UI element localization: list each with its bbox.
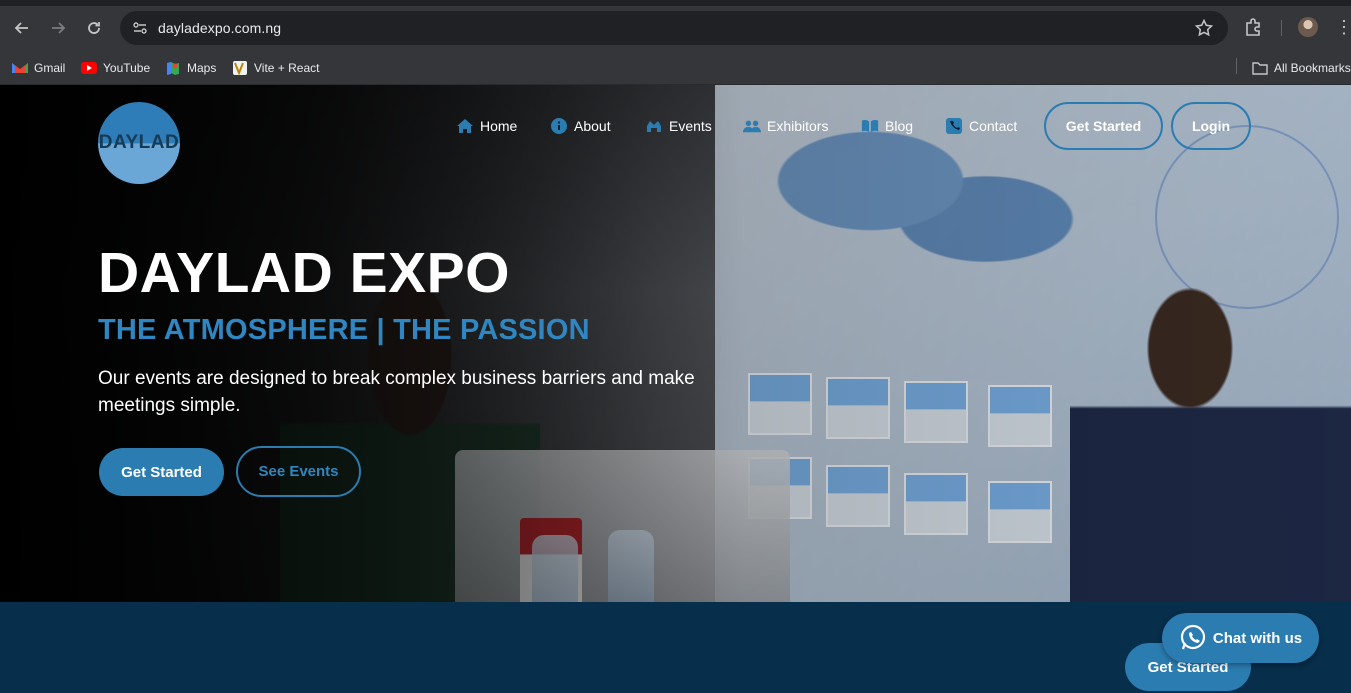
bookmark-maps[interactable]: Maps	[165, 57, 216, 79]
login-button[interactable]: Login	[1171, 102, 1251, 150]
nav-label: Events	[669, 118, 712, 134]
all-bookmarks[interactable]: All Bookmarks	[1252, 57, 1351, 79]
daylad-logo[interactable]: DAYLAD	[98, 102, 180, 184]
nav-about[interactable]: About	[550, 115, 611, 137]
hero-subtitle: THE ATMOSPHERE | THE PASSION	[98, 314, 590, 346]
address-bar[interactable]: dayladexpo.com.ng	[120, 11, 1228, 45]
nav-blog[interactable]: Blog	[861, 115, 913, 137]
home-icon	[456, 117, 474, 135]
nav-home[interactable]: Home	[456, 115, 517, 137]
url-text[interactable]: dayladexpo.com.ng	[158, 20, 281, 36]
bookmark-label: Gmail	[34, 61, 66, 75]
extensions-icon[interactable]	[1243, 16, 1265, 38]
nav-get-started-button[interactable]: Get Started	[1044, 102, 1163, 150]
profile-avatar[interactable]	[1298, 17, 1318, 37]
youtube-icon	[81, 60, 97, 76]
nav-label: Blog	[885, 118, 914, 134]
hero-section: DAYLAD Home About Events Exhibitors Blog	[0, 85, 1351, 602]
logo-text: DAYLAD	[98, 132, 180, 153]
info-icon	[550, 117, 568, 135]
folder-icon	[1252, 60, 1268, 76]
vite-icon	[232, 60, 248, 76]
bookmark-gmail[interactable]: Gmail	[12, 57, 65, 79]
maps-icon	[165, 60, 181, 76]
bookmarks-divider	[1236, 58, 1237, 74]
bookmark-label: Vite + React	[254, 61, 320, 75]
nav-events[interactable]: Events	[645, 115, 712, 137]
bookmark-youtube[interactable]: YouTube	[81, 57, 150, 79]
hero-get-started-button[interactable]: Get Started	[99, 448, 224, 496]
bookmarks-bar: Gmail YouTube Maps Vite + React All Book…	[0, 54, 1351, 85]
all-bookmarks-label: All Bookmarks	[1274, 61, 1351, 75]
nav-exhibitors[interactable]: Exhibitors	[743, 115, 828, 137]
events-icon	[645, 117, 663, 135]
book-icon	[861, 117, 879, 135]
bookmark-label: YouTube	[103, 61, 151, 75]
whatsapp-icon	[1179, 624, 1207, 652]
hero-description: Our events are designed to break complex…	[98, 368, 695, 416]
nav-label: Home	[480, 118, 518, 134]
bookmark-label: Maps	[187, 61, 217, 75]
nav-label: Exhibitors	[767, 118, 829, 134]
browser-toolbar: dayladexpo.com.ng ⋮	[0, 0, 1351, 54]
site-info-icon[interactable]	[130, 18, 150, 38]
forward-icon[interactable]	[46, 16, 70, 40]
nav-label: About	[574, 118, 611, 134]
phone-icon	[945, 117, 963, 135]
tab-strip	[0, 0, 1351, 6]
see-events-button[interactable]: See Events	[236, 446, 361, 497]
whatsapp-chat-button[interactable]: Chat with us	[1162, 613, 1319, 663]
back-icon[interactable]	[10, 16, 34, 40]
users-icon	[743, 117, 761, 135]
reload-icon[interactable]	[82, 16, 106, 40]
hero-title: DAYLAD EXPO	[98, 241, 510, 305]
gmail-icon	[12, 60, 28, 76]
chat-label: Chat with us	[1212, 629, 1303, 647]
nav-label: Contact	[969, 118, 1018, 134]
nav-contact[interactable]: Contact	[945, 115, 1017, 137]
bookmark-vite[interactable]: Vite + React	[232, 57, 319, 79]
toolbar-divider	[1281, 20, 1282, 36]
bookmark-star-icon[interactable]	[1194, 18, 1214, 38]
kebab-menu-icon[interactable]: ⋮	[1335, 16, 1351, 38]
